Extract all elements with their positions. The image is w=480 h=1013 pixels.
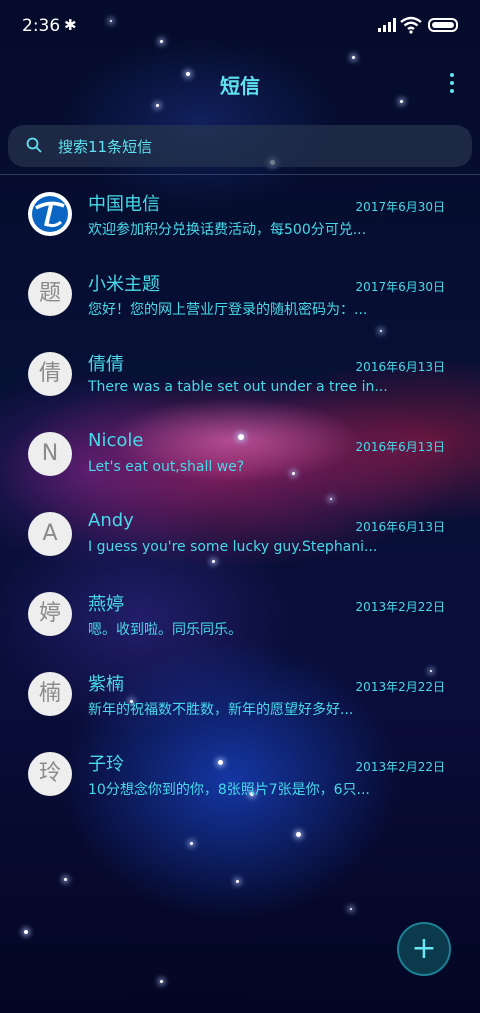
avatar: A (28, 512, 72, 556)
conversation-row[interactable]: 婷 燕婷 2013年2月22日 嗯。收到啦。同乐同乐。 (0, 576, 480, 656)
add-icon: + (411, 931, 437, 966)
contact-name: Nicole (88, 430, 144, 451)
message-preview: 欢迎参加积分兑换话费活动，每500分可兑... (88, 222, 367, 238)
avatar: 题 (28, 272, 72, 316)
china-telecom-logo-avatar (28, 192, 72, 236)
conversation-row[interactable]: 楠 紫楠 2013年2月22日 新年的祝福数不胜数，新年的愿望好多好... (0, 656, 480, 736)
page-title: 短信 (220, 74, 260, 98)
contact-name: 小米主题 (88, 274, 160, 295)
message-date: 2017年6月30日 (355, 280, 445, 294)
conversation-list: 中国电信 2017年6月30日 欢迎参加积分兑换话费活动，每500分可兑... … (0, 176, 480, 816)
conversation-row[interactable]: 倩 倩倩 2016年6月13日 There was a table set ou… (0, 336, 480, 416)
wifi-icon (400, 16, 422, 34)
search-icon (26, 137, 42, 153)
contact-name: Andy (88, 510, 134, 531)
message-date: 2013年2月22日 (355, 600, 445, 614)
message-date: 2016年6月13日 (355, 520, 445, 534)
avatar: 倩 (28, 352, 72, 396)
message-date: 2013年2月22日 (355, 760, 445, 774)
message-preview: I guess you're some lucky guy.Stephani..… (88, 539, 378, 555)
avatar: 婷 (28, 592, 72, 636)
message-preview: 10分想念你到的你，8张照片7张是你，6只... (88, 782, 370, 798)
more-vertical-icon[interactable] (442, 68, 462, 98)
contact-name: 中国电信 (88, 194, 160, 215)
bluetooth-icon: ✱ (64, 16, 77, 34)
avatar: N (28, 432, 72, 476)
message-preview: Let's eat out,shall we? (88, 459, 245, 475)
status-bar: 2:36 ✱ (0, 0, 480, 54)
message-date: 2013年2月22日 (355, 680, 445, 694)
battery-icon (428, 18, 458, 32)
avatar: 楠 (28, 672, 72, 716)
contact-name: 燕婷 (88, 594, 124, 615)
conversation-row[interactable]: 中国电信 2017年6月30日 欢迎参加积分兑换话费活动，每500分可兑... (0, 176, 480, 256)
conversation-row[interactable]: N Nicole 2016年6月13日 Let's eat out,shall … (0, 416, 480, 496)
status-time: 2:36 (22, 16, 61, 36)
contact-name: 子玲 (88, 754, 124, 775)
contact-name: 紫楠 (88, 674, 124, 695)
contact-name: 倩倩 (88, 354, 124, 375)
message-preview: 您好！您的网上营业厅登录的随机密码为：... (88, 302, 368, 318)
china-telecom-logo-icon (32, 196, 68, 232)
signal-icon (378, 18, 396, 32)
conversation-row[interactable]: 题 小米主题 2017年6月30日 您好！您的网上营业厅登录的随机密码为：... (0, 256, 480, 336)
message-preview: 新年的祝福数不胜数，新年的愿望好多好... (88, 702, 354, 718)
conversation-row[interactable]: A Andy 2016年6月13日 I guess you're some lu… (0, 496, 480, 576)
search-input[interactable]: 搜索11条短信 (8, 125, 472, 167)
message-date: 2016年6月13日 (355, 440, 445, 454)
compose-button[interactable]: + (397, 922, 451, 976)
message-date: 2016年6月13日 (355, 360, 445, 374)
message-date: 2017年6月30日 (355, 200, 445, 214)
search-placeholder: 搜索11条短信 (58, 138, 153, 156)
conversation-row[interactable]: 玲 子玲 2013年2月22日 10分想念你到的你，8张照片7张是你，6只... (0, 736, 480, 816)
avatar: 玲 (28, 752, 72, 796)
message-preview: 嗯。收到啦。同乐同乐。 (88, 622, 242, 638)
message-preview: There was a table set out under a tree i… (88, 379, 388, 395)
header-divider (0, 174, 480, 175)
